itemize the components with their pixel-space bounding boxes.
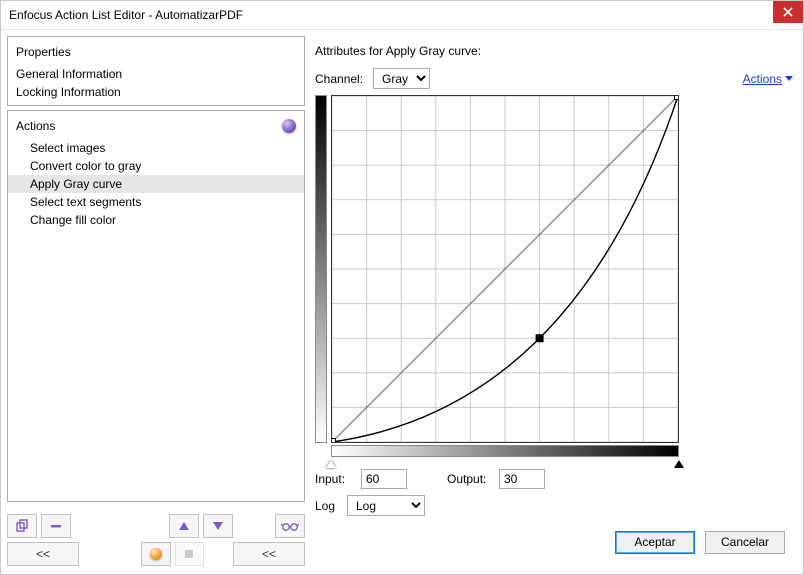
actions-head[interactable]: Actions [8,115,304,139]
stop-icon [184,549,194,559]
action-item-apply-gray-curve[interactable]: Apply Gray curve [8,175,304,193]
output-field[interactable] [499,469,545,489]
actions-panel: Actions Select images Convert color to g… [7,110,305,502]
h-gradient-row [311,443,797,463]
sphere-purple-icon [282,119,296,133]
close-button[interactable] [773,1,803,23]
triangle-down-icon [212,520,224,532]
left-column: Properties General Information Locking I… [7,36,305,568]
properties-item-locking[interactable]: Locking Information [8,83,304,101]
curve-svg [332,96,678,442]
left-toolbar: << << [7,506,305,568]
channel-label: Channel: [315,72,367,86]
properties-head[interactable]: Properties [8,41,304,65]
actions-list: Select images Convert color to gray Appl… [8,139,304,497]
log-label: Log [315,499,341,513]
chevron-down-icon [785,76,793,81]
glasses-icon [281,520,299,532]
actions-link-label: Actions [743,72,782,86]
io-row: Input: Output: [311,463,797,495]
log-select[interactable]: Log [347,495,425,516]
close-icon [783,7,793,17]
action-item-select-images[interactable]: Select images [8,139,304,157]
action-item-change-fill[interactable]: Change fill color [8,211,304,229]
duplicate-button[interactable] [7,514,37,538]
action-item-select-text[interactable]: Select text segments [8,193,304,211]
record-button[interactable] [141,542,170,566]
editor-window: Enfocus Action List Editor - Automatizar… [0,0,804,575]
duplicate-icon [15,519,29,533]
properties-item-general[interactable]: General Information [8,65,304,83]
stop-button[interactable] [175,542,204,566]
properties-panel: Properties General Information Locking I… [7,36,305,106]
remove-button[interactable] [41,514,71,538]
horizontal-gradient[interactable] [331,445,679,457]
prev-action-button[interactable]: << [233,542,305,566]
actions-menu-link[interactable]: Actions [743,72,793,86]
right-column: Attributes for Apply Gray curve: Channel… [311,36,797,568]
input-field[interactable] [361,469,407,489]
actions-head-label: Actions [16,119,55,133]
prev-group-button[interactable]: << [7,542,79,566]
triangle-up-icon [178,520,190,532]
white-point-slider[interactable] [326,460,336,468]
channel-select[interactable]: Gray [373,68,430,89]
accept-button[interactable]: Aceptar [615,531,695,554]
action-item-convert-gray[interactable]: Convert color to gray [8,157,304,175]
black-point-slider[interactable] [674,460,684,468]
dialog-footer: Aceptar Cancelar [311,522,797,568]
channel-row: Channel: Gray Actions [311,68,797,95]
sphere-orange-icon [150,548,162,560]
output-label: Output: [447,472,493,486]
glasses-button[interactable] [275,514,305,538]
curve-plot[interactable] [331,95,679,443]
move-up-button[interactable] [169,514,199,538]
cancel-button[interactable]: Cancelar [705,531,785,554]
curve-area [311,95,797,443]
attributes-title: Attributes for Apply Gray curve: [311,36,797,68]
move-down-button[interactable] [203,514,233,538]
input-label: Input: [315,472,355,486]
titlebar: Enfocus Action List Editor - Automatizar… [1,1,803,30]
body: Properties General Information Locking I… [1,30,803,574]
minus-icon [49,519,63,533]
window-title: Enfocus Action List Editor - Automatizar… [9,8,243,22]
vertical-gradient [315,95,327,443]
log-row: Log Log [311,495,797,522]
